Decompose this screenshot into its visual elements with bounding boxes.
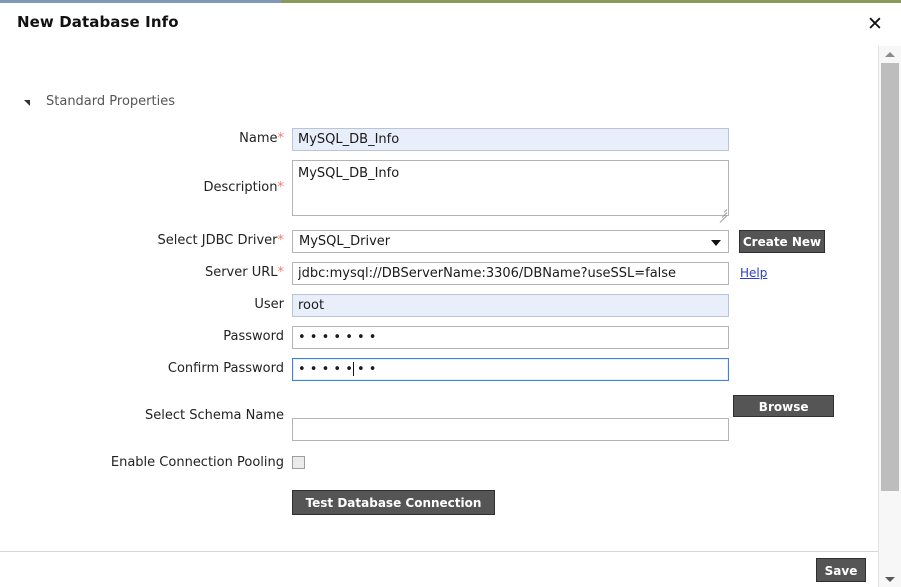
jdbc-driver-label-text: Select JDBC Driver — [157, 233, 278, 248]
triangle-expanded-icon[interactable] — [24, 99, 30, 106]
password-label-text: Password — [223, 329, 284, 344]
accent-segment-blue — [0, 0, 281, 3]
text-caret — [353, 362, 354, 376]
user-control — [292, 294, 729, 317]
save-button[interactable]: Save — [816, 558, 866, 582]
confirm-password-label: Confirm Password — [0, 358, 292, 380]
server-url-label-text: Server URL — [204, 265, 278, 280]
server-url-required-marker: * — [277, 265, 285, 280]
name-input[interactable] — [292, 128, 729, 151]
user-label-text: User — [254, 297, 284, 312]
form-row-name: Name* — [0, 128, 878, 151]
test-database-connection-button[interactable]: Test Database Connection — [292, 490, 495, 515]
chevron-down-icon[interactable] — [711, 240, 721, 246]
schema-name-control: Browse Schema — [292, 393, 835, 441]
form-row-schema-name: Select Schema Name Browse Schema — [0, 393, 878, 441]
accent-segment-olive — [281, 0, 901, 3]
password-input[interactable] — [292, 326, 729, 349]
confirm-password-label-text: Confirm Password — [167, 361, 284, 376]
description-textarea[interactable] — [292, 160, 729, 216]
window-accent-border — [0, 0, 901, 3]
schema-name-label: Select Schema Name — [0, 393, 292, 439]
form-row-user: User — [0, 294, 878, 317]
description-label: Description* — [0, 160, 292, 216]
user-label: User — [0, 294, 292, 316]
jdbc-driver-selected-value: MySQL_Driver — [299, 234, 391, 249]
chevron-up-icon[interactable] — [879, 46, 901, 62]
section-header-standard-properties[interactable]: Standard Properties — [24, 94, 175, 109]
schema-name-label-text: Select Schema Name — [145, 408, 284, 423]
schema-name-input[interactable] — [292, 418, 729, 441]
dialog-content: Standard Properties Name* Description* — [0, 46, 878, 540]
jdbc-driver-control: MySQL_Driver Create New — [292, 230, 825, 253]
jdbc-driver-required-marker: * — [277, 233, 285, 248]
name-required-marker: * — [277, 131, 285, 146]
form-row-connection-pooling: Enable Connection Pooling — [0, 452, 878, 474]
server-url-control: Help — [292, 262, 767, 285]
scrollbar-thumb[interactable] — [881, 63, 899, 491]
vertical-scrollbar[interactable] — [878, 46, 901, 587]
test-connection-control: Test Database Connection — [292, 490, 495, 515]
server-url-label: Server URL* — [0, 262, 292, 284]
page-title: New Database Info — [17, 13, 179, 31]
form-row-server-url: Server URL* Help — [0, 262, 878, 285]
password-control — [292, 326, 729, 349]
description-label-text: Description — [203, 180, 278, 195]
name-label-text: Name — [239, 131, 278, 146]
server-url-help-link[interactable]: Help — [740, 262, 767, 285]
description-required-marker: * — [277, 180, 285, 195]
connection-pooling-label: Enable Connection Pooling — [110, 455, 284, 470]
password-label: Password — [0, 326, 292, 348]
confirm-password-input[interactable] — [292, 358, 729, 381]
connection-pooling-control — [292, 452, 305, 469]
form-row-jdbc-driver: Select JDBC Driver* MySQL_Driver Create … — [0, 230, 878, 253]
name-label: Name* — [0, 128, 292, 150]
name-control — [292, 128, 729, 151]
form-row-password: Password — [0, 326, 878, 349]
confirm-password-control — [292, 358, 729, 381]
server-url-input[interactable] — [292, 262, 729, 285]
user-input[interactable] — [292, 294, 729, 317]
jdbc-driver-select[interactable]: MySQL_Driver — [292, 230, 729, 253]
form-row-test-connection: Test Database Connection — [0, 490, 878, 515]
connection-pooling-checkbox[interactable] — [292, 456, 305, 469]
jdbc-driver-label: Select JDBC Driver* — [0, 230, 292, 252]
description-control — [292, 160, 729, 223]
browse-schema-button[interactable]: Browse Schema — [733, 395, 835, 436]
form-row-description: Description* — [0, 160, 878, 223]
close-icon[interactable]: ✕ — [863, 12, 887, 36]
section-title: Standard Properties — [46, 94, 175, 109]
dialog-footer: Save — [0, 551, 878, 587]
form-row-confirm-password: Confirm Password — [0, 358, 878, 381]
new-database-info-dialog: New Database Info ✕ Standard Properties … — [0, 0, 901, 587]
create-new-driver-button[interactable]: Create New — [739, 230, 825, 253]
chevron-down-icon[interactable] — [879, 571, 901, 587]
database-form: Name* Description* Select JDBC Driver* — [0, 128, 878, 524]
